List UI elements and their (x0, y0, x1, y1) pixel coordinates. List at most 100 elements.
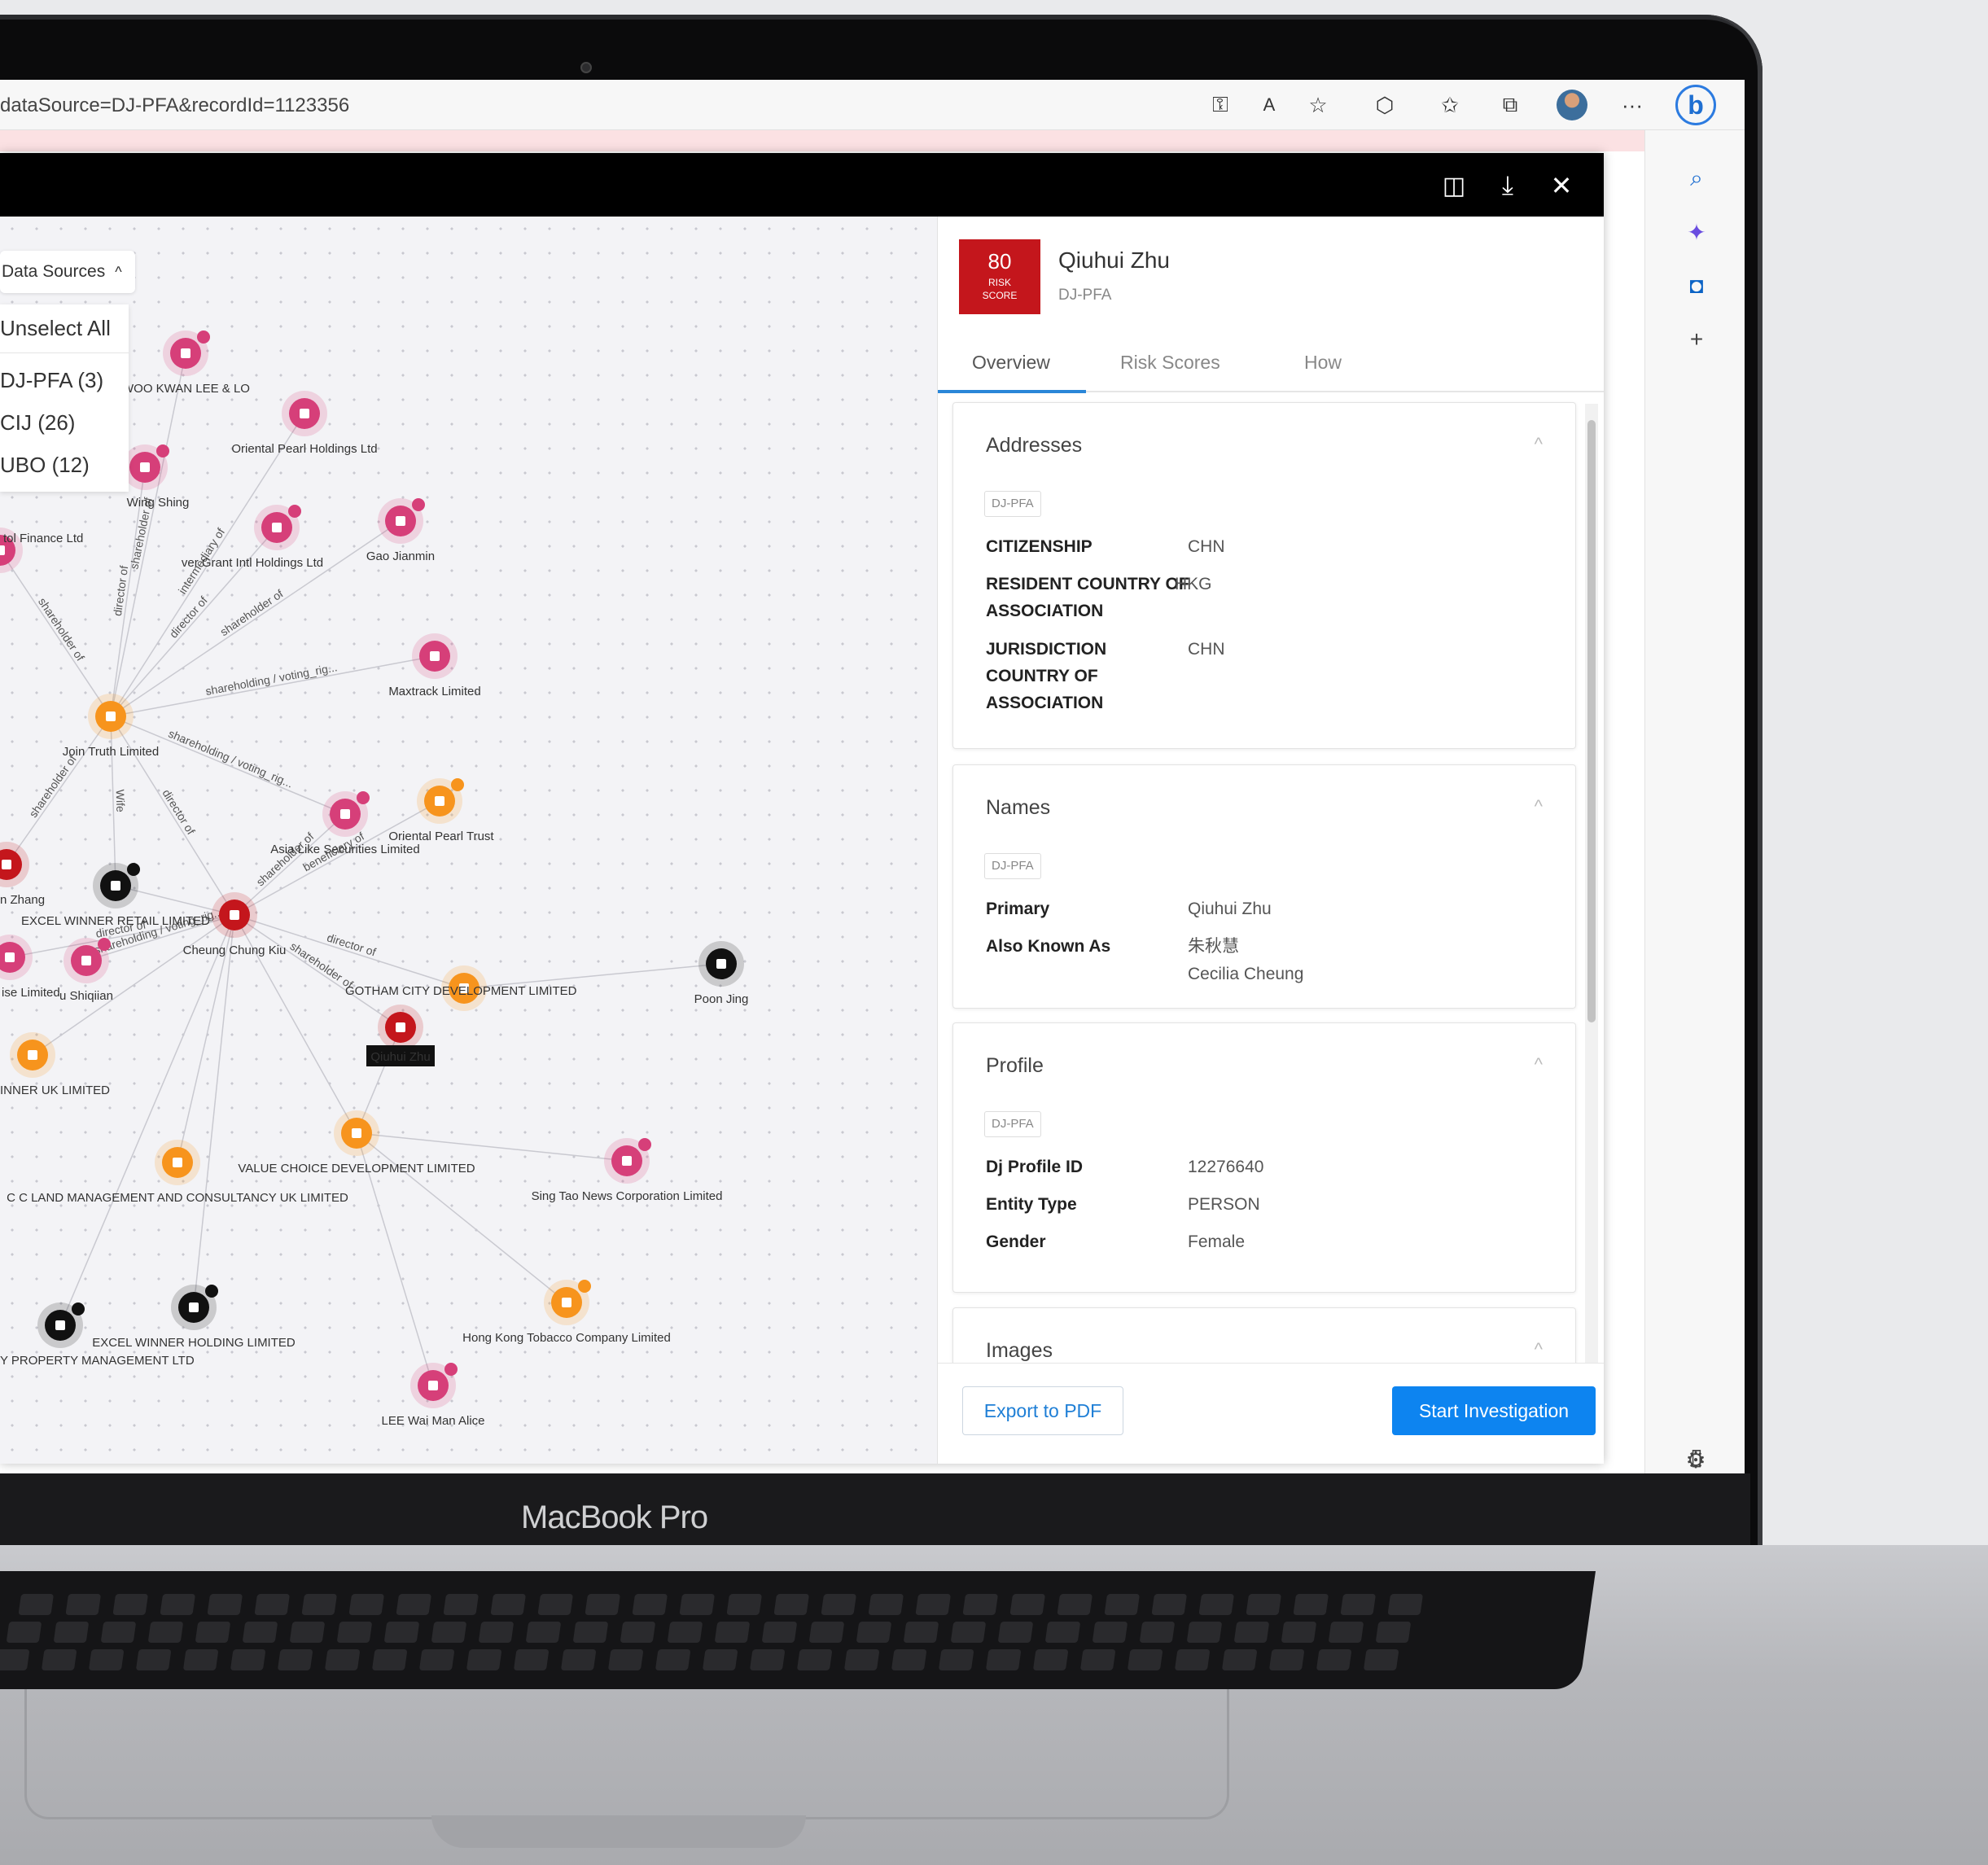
graph-node-cck[interactable] (212, 892, 257, 938)
node-label: Maxtrack Limited (388, 685, 480, 698)
building-icon (230, 910, 239, 920)
key (985, 1649, 1022, 1670)
source-option-cij[interactable]: CIJ (26) (0, 410, 75, 436)
key-icon[interactable]: ⚿ (1205, 90, 1236, 120)
favorite-add-icon[interactable]: ☆ (1303, 90, 1333, 120)
graph-node-qz[interactable] (378, 1005, 423, 1050)
bing-icon[interactable]: b (1675, 85, 1716, 125)
graph-node-wkl[interactable] (163, 331, 210, 376)
key (490, 1594, 527, 1615)
graph-node-us[interactable] (63, 938, 111, 983)
more-icon[interactable]: ··· (1617, 90, 1648, 120)
unselect-all-option[interactable]: Unselect All (0, 304, 129, 353)
key (1198, 1594, 1235, 1615)
graph-edge (110, 655, 436, 717)
photo-stage: dataSource=DJ-PFA&recordId=1123356 ⚿ A ☆… (0, 0, 1988, 1865)
building-icon (28, 1050, 37, 1060)
key (301, 1594, 338, 1615)
graph-node-gih[interactable] (254, 505, 301, 550)
tab-how[interactable]: How (1304, 352, 1342, 374)
read-aloud-icon[interactable]: A (1254, 90, 1285, 120)
graph-node-pj[interactable] (698, 941, 744, 987)
outlook-icon[interactable]: ◘ (1681, 270, 1712, 301)
source-option-djpfa[interactable]: DJ-PFA (3) (0, 368, 103, 393)
graph-node-wuk[interactable] (10, 1032, 55, 1078)
node-badge (288, 505, 301, 518)
export-pdf-button[interactable]: Export to PDF (962, 1386, 1123, 1435)
graph-node-hkt[interactable] (544, 1280, 591, 1325)
key (182, 1649, 219, 1670)
collections-icon[interactable]: ⧉ (1495, 90, 1526, 120)
graph-node-gj[interactable] (378, 498, 425, 544)
graph-node-ise[interactable] (0, 935, 33, 980)
copilot-icon[interactable]: ✦ (1681, 217, 1712, 247)
key (1340, 1594, 1377, 1615)
extensions-icon[interactable]: ⬡ (1369, 90, 1400, 120)
graph-node-zh[interactable] (0, 842, 29, 887)
node-badge (638, 1138, 651, 1151)
field-value: CHN (1188, 640, 1225, 659)
close-icon[interactable]: ✕ (1545, 169, 1578, 202)
source-option-ubo[interactable]: UBO (12) (0, 453, 90, 478)
detail-scrollbar-thumb[interactable] (1587, 420, 1596, 1022)
key (443, 1594, 479, 1615)
edge-label: director of (167, 593, 210, 640)
node-label: EXCEL WINNER HOLDING LIMITED (92, 1336, 296, 1350)
graph-node-stn[interactable] (604, 1138, 651, 1184)
start-investigation-button[interactable]: Start Investigation (1392, 1386, 1596, 1435)
building-icon (396, 516, 405, 526)
split-view-icon[interactable]: ◫ (1438, 169, 1470, 202)
key (620, 1622, 656, 1643)
node-badge (412, 498, 425, 511)
collapse-chevron-icon[interactable]: ^ (1535, 796, 1543, 817)
graph-node-ws[interactable] (122, 444, 169, 490)
graph-node-jtl[interactable] (88, 694, 134, 739)
key (714, 1622, 751, 1643)
graph-node-lwm[interactable] (410, 1363, 458, 1408)
key (761, 1622, 798, 1643)
network-graph[interactable]: shareholder of director of shareholder of d… (0, 217, 938, 1464)
graph-node-ewh[interactable] (171, 1285, 218, 1330)
graph-node-opt[interactable] (417, 778, 464, 824)
data-sources-button[interactable]: Data Sources ^ (0, 251, 135, 293)
field-value: Female (1188, 1232, 1246, 1251)
graph-node-ewr[interactable] (93, 863, 140, 908)
risk-score-badge: 80 RISK SCORE (959, 239, 1040, 314)
risk-score-value: 80 (987, 249, 1012, 274)
node-label: Poon Jing (694, 992, 749, 1006)
tab-risk-scores[interactable]: Risk Scores (1120, 352, 1220, 374)
detail-scroll-area[interactable]: Addresses ^ DJ-PFA CITIZENSHIP CHN RESID… (938, 394, 1604, 1363)
graph-node-vcd[interactable] (334, 1110, 379, 1156)
key (1281, 1622, 1317, 1643)
graph-node-ypm[interactable] (37, 1302, 85, 1348)
key (53, 1622, 90, 1643)
add-icon[interactable]: + (1681, 324, 1712, 355)
graph-node-als[interactable] (322, 791, 370, 837)
key (147, 1622, 184, 1643)
field-label: Entity Type (986, 1195, 1077, 1214)
key (1104, 1594, 1141, 1615)
collapse-chevron-icon[interactable]: ^ (1535, 1339, 1543, 1360)
search-icon[interactable]: ⌕ (1681, 163, 1712, 194)
key (383, 1622, 420, 1643)
tab-overview[interactable]: Overview (972, 352, 1050, 374)
key (679, 1594, 716, 1615)
collapse-chevron-icon[interactable]: ^ (1535, 434, 1543, 455)
key (1127, 1649, 1163, 1670)
key (749, 1649, 786, 1670)
url-text[interactable]: dataSource=DJ-PFA&recordId=1123356 (0, 94, 349, 117)
graph-node-opl[interactable] (282, 391, 327, 436)
download-icon[interactable]: ⤓ (1491, 169, 1524, 202)
key (655, 1649, 691, 1670)
collapse-chevron-icon[interactable]: ^ (1535, 1054, 1543, 1075)
node-label: C C LAND MANAGEMENT AND CONSULTANCY UK L… (7, 1191, 348, 1205)
key (160, 1594, 196, 1615)
key (1092, 1622, 1128, 1643)
graph-edge (193, 914, 235, 1308)
profile-avatar[interactable] (1557, 90, 1587, 120)
laptop-screen: dataSource=DJ-PFA&recordId=1123356 ⚿ A ☆… (0, 80, 1745, 1473)
graph-node-ml[interactable] (412, 633, 458, 679)
favorites-icon[interactable]: ✩ (1434, 90, 1465, 120)
settings-icon[interactable]: ⚙ (1680, 1444, 1711, 1473)
graph-node-ccl[interactable] (155, 1140, 200, 1185)
